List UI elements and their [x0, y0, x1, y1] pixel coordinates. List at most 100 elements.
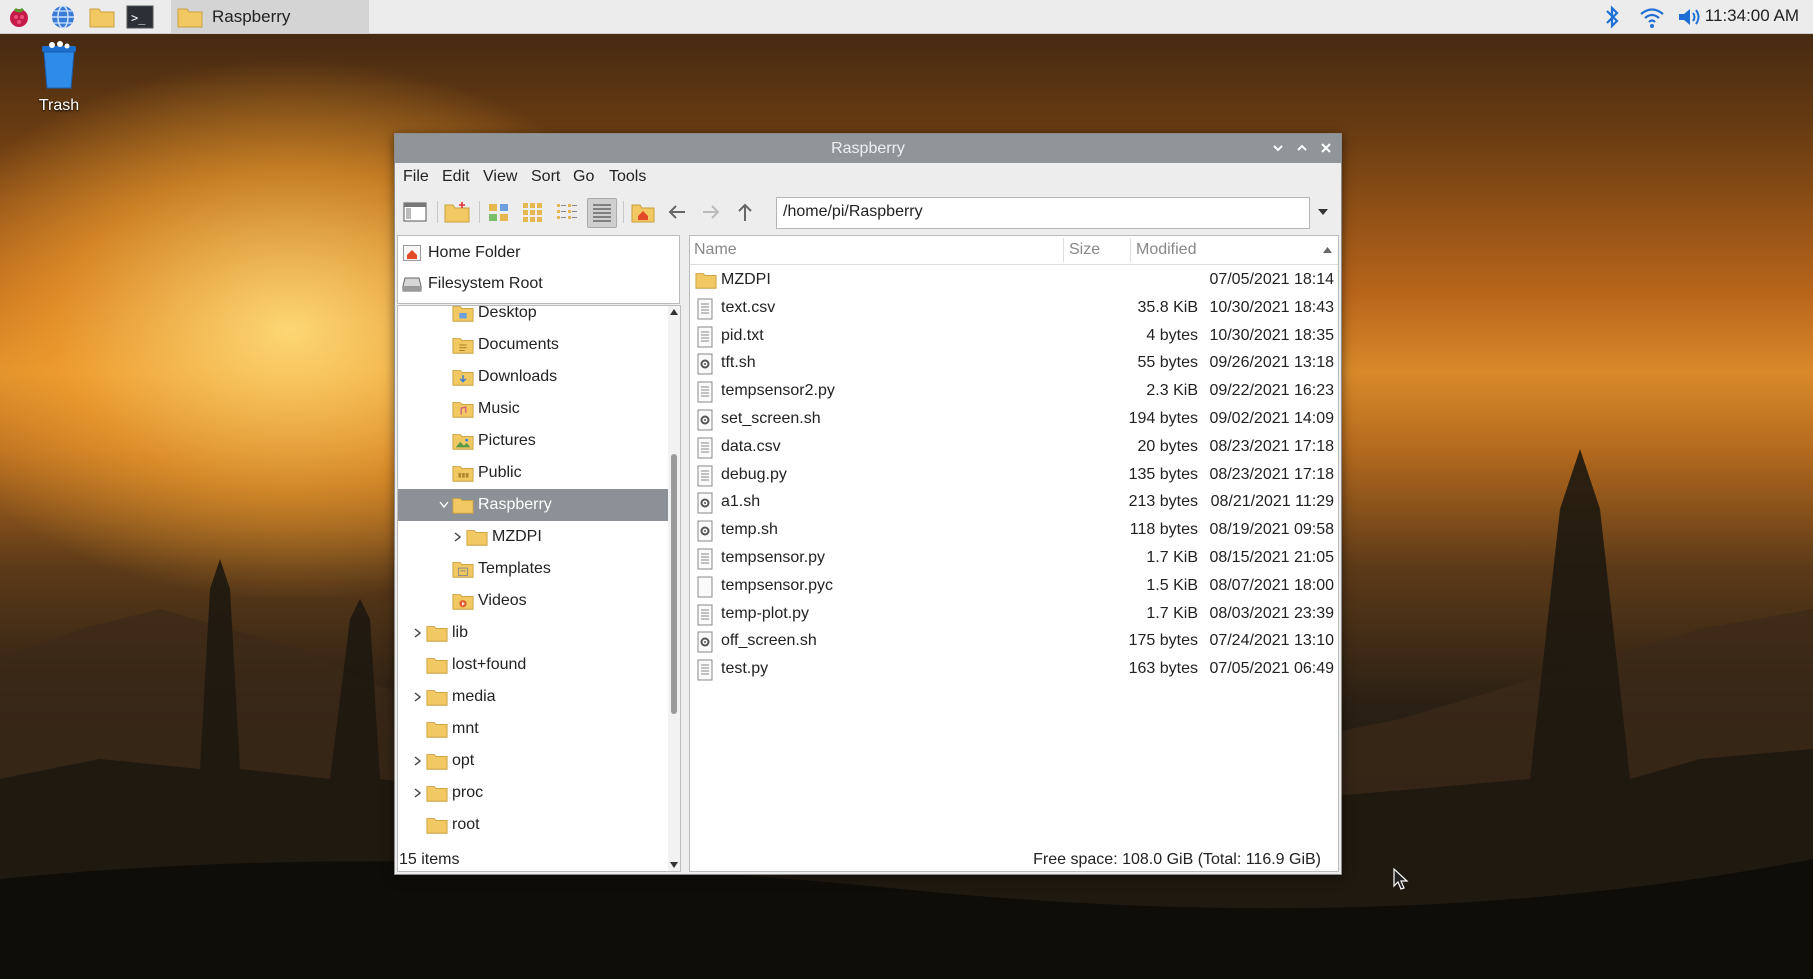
back-button[interactable]: [663, 198, 691, 226]
terminal-icon[interactable]: >_: [126, 3, 154, 31]
tree-item[interactable]: lost+found: [398, 649, 669, 681]
menu-file[interactable]: File: [403, 168, 429, 186]
clock[interactable]: 11:34:00 AM: [1705, 6, 1799, 26]
tree-item-label: Templates: [478, 560, 551, 577]
scrollbar-thumb[interactable]: [671, 454, 677, 714]
expander-closed-icon[interactable]: [452, 531, 464, 543]
tree-item[interactable]: Pictures: [398, 425, 669, 457]
compact-view-button[interactable]: [553, 198, 581, 226]
tree-item[interactable]: MZDPI: [398, 521, 669, 553]
home-button[interactable]: [629, 198, 657, 226]
folder-icon: [426, 783, 448, 803]
tree-scrollbar[interactable]: [668, 305, 681, 872]
menu-go[interactable]: Go: [573, 168, 594, 186]
minimize-button[interactable]: [1269, 139, 1287, 157]
close-button[interactable]: [1317, 139, 1335, 157]
up-button[interactable]: [731, 198, 759, 226]
icon-view-button[interactable]: [519, 198, 547, 226]
volume-icon[interactable]: [1676, 3, 1704, 31]
tree-item[interactable]: Videos: [398, 585, 669, 617]
menu-edit[interactable]: Edit: [442, 168, 470, 186]
tree-item[interactable]: mnt: [398, 713, 669, 745]
script-file-icon: [695, 631, 717, 653]
folder-icon: [426, 815, 448, 835]
wifi-icon[interactable]: [1638, 3, 1666, 31]
path-history-dropdown[interactable]: [1313, 204, 1333, 220]
bluetooth-icon[interactable]: [1598, 3, 1626, 31]
expander-closed-icon[interactable]: [412, 787, 424, 799]
column-name-header[interactable]: Name: [694, 241, 737, 259]
new-window-button[interactable]: [401, 198, 429, 226]
place-filesystem-root[interactable]: Filesystem Root: [402, 270, 543, 298]
scroll-up-icon[interactable]: [670, 309, 678, 315]
file-name: tft.sh: [721, 354, 756, 372]
trash-desktop-icon[interactable]: Trash: [28, 40, 90, 115]
tree-item[interactable]: media: [398, 681, 669, 713]
tree-item[interactable]: Desktop: [398, 306, 669, 329]
thumbnail-view-icon: [489, 204, 508, 221]
tree-item[interactable]: Downloads: [398, 361, 669, 393]
desktop-folder-icon: [452, 306, 474, 323]
chevron-down-icon: [1273, 145, 1283, 152]
toolbar-separator: [437, 201, 438, 223]
home-icon: [402, 243, 422, 263]
mouse-cursor-icon: [1393, 868, 1409, 890]
taskbar-window-button[interactable]: Raspberry: [171, 0, 369, 33]
tree-item[interactable]: Documents: [398, 329, 669, 361]
pictures-folder-icon: [452, 431, 474, 451]
tree-item[interactable]: proc: [398, 777, 669, 809]
blank-file-icon: [695, 576, 717, 598]
menu-tools[interactable]: Tools: [609, 168, 646, 186]
expander-open-icon[interactable]: [438, 499, 450, 511]
file-manager-icon[interactable]: [88, 3, 116, 31]
column-size-header[interactable]: Size: [1069, 241, 1100, 259]
menu-sort[interactable]: Sort: [531, 168, 560, 186]
tree-item[interactable]: lib: [398, 617, 669, 649]
column-divider[interactable]: [1130, 238, 1131, 262]
file-name: temp-plot.py: [721, 604, 810, 622]
folder-icon: [426, 623, 448, 643]
expander-closed-icon[interactable]: [412, 755, 424, 767]
path-bar[interactable]: [776, 197, 1310, 229]
tree-item[interactable]: Public: [398, 457, 669, 489]
arrow-right-icon: [703, 205, 720, 219]
tree-item[interactable]: opt: [398, 745, 669, 777]
window-titlebar[interactable]: Raspberry: [395, 134, 1341, 163]
tree-item-label: Raspberry: [478, 496, 552, 513]
tree-item[interactable]: root: [398, 809, 669, 841]
menu-view[interactable]: View: [483, 168, 517, 186]
path-input[interactable]: [777, 198, 1304, 226]
maximize-button[interactable]: [1293, 139, 1311, 157]
list-header: Name Size Modified: [690, 236, 1338, 265]
web-browser-icon[interactable]: [49, 3, 77, 31]
music-folder-icon: [452, 399, 474, 419]
expander-closed-icon[interactable]: [412, 627, 424, 639]
file-modified: 09/22/2021 16:23: [1209, 382, 1334, 400]
forward-button[interactable]: [697, 198, 725, 226]
tree-item[interactable]: Raspberry: [398, 489, 669, 521]
file-row[interactable]: test.py 163 bytes 07/05/2021 06:49: [690, 654, 1338, 686]
thumbnail-view-button[interactable]: [485, 198, 513, 226]
trash-label: Trash: [38, 97, 80, 114]
column-divider[interactable]: [1063, 238, 1064, 262]
tree-item[interactable]: Music: [398, 393, 669, 425]
file-modified: 08/15/2021 21:05: [1209, 549, 1334, 566]
file-name: text.csv: [721, 298, 776, 316]
list-view-button[interactable]: [587, 198, 617, 228]
tree-item-label: media: [452, 688, 496, 705]
folder-icon: [426, 751, 448, 771]
column-modified-header[interactable]: Modified: [1136, 241, 1196, 259]
tree-item-label: Music: [478, 400, 520, 417]
taskbar-window-label: Raspberry: [212, 6, 291, 26]
new-folder-button[interactable]: [443, 198, 471, 226]
dropdown-arrow-icon: [1318, 209, 1328, 215]
place-home-folder[interactable]: Home Folder: [402, 239, 520, 267]
file-modified: 07/24/2021 13:10: [1209, 632, 1334, 650]
folder-icon: [426, 719, 448, 739]
toolbar-separator: [623, 201, 624, 223]
expander-closed-icon[interactable]: [412, 691, 424, 703]
place-label: Filesystem Root: [428, 275, 543, 292]
raspberry-menu-icon[interactable]: [5, 3, 33, 31]
tree-item[interactable]: Templates: [398, 553, 669, 585]
scroll-down-icon[interactable]: [670, 862, 678, 868]
